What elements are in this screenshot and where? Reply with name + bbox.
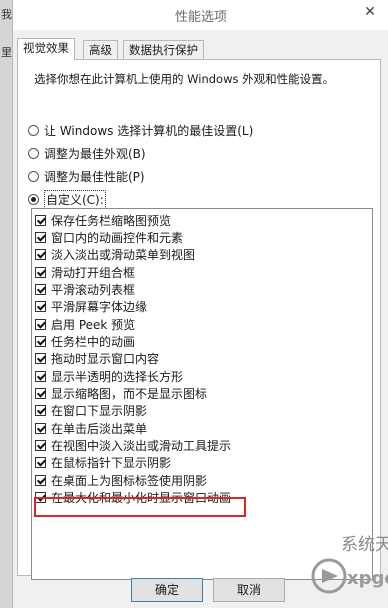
option-label: 窗口内的动画控件和元素	[51, 230, 184, 245]
option-label: 在单击后淡出菜单	[51, 421, 148, 436]
option-label: 平滑滚动列表框	[51, 282, 136, 297]
checkbox-checked[interactable]	[35, 474, 46, 486]
checkbox-checked[interactable]	[35, 231, 46, 243]
option-label: 平滑屏幕字体边缘	[51, 300, 148, 315]
checkbox-checked[interactable]	[35, 301, 46, 313]
checkbox-checked[interactable]	[35, 249, 46, 261]
checkbox-checked[interactable]	[35, 388, 46, 399]
radio-label: 让 Windows 选择计算机的最佳设置(L)	[44, 123, 254, 138]
list-item-option[interactable]: 在视图中淡入淡出或滑动工具提示	[35, 437, 231, 455]
list-item-option[interactable]: 在窗口下显示阴影	[35, 402, 147, 420]
radio-label: 调整为最佳性能(P)	[44, 169, 145, 184]
checkbox-checked[interactable]	[35, 370, 46, 382]
list-item-option[interactable]: 窗口内的动画控件和元素	[35, 228, 183, 246]
option-label: 启用 Peek 预览	[51, 317, 136, 332]
watermark-text: 系统天堂	[341, 535, 388, 555]
background-text-fragment: 里	[1, 46, 12, 59]
list-item-option[interactable]: 滑动打开组合框	[35, 263, 135, 281]
list-item-option[interactable]: 显示缩略图，而不是显示图标	[35, 385, 207, 403]
visual-effects-list[interactable]: 保存任务栏缩略图预览 窗口内的动画控件和元素 淡入淡出或滑动菜单到视图 滑动打开组合框…	[31, 208, 373, 580]
radio-label: 调整为最佳外观(B)	[44, 146, 146, 161]
list-item-option[interactable]: 在桌面上为图标标签使用阴影	[35, 471, 207, 489]
performance-options-dialog: 性能选项 ✕ 视觉效果 高级 数据执行保护 选择你想在此计算机上使用的 Wind…	[12, 0, 388, 608]
watermark-sub-text: xpgod	[347, 568, 388, 589]
radio-circle-selected	[28, 193, 39, 205]
list-item-option[interactable]: 平滑屏幕字体边缘	[35, 298, 147, 316]
checkbox-checked[interactable]	[35, 214, 46, 226]
list-item-option[interactable]: 平滑滚动列表框	[35, 280, 135, 298]
checkbox-checked[interactable]	[35, 440, 46, 452]
description-text: 选择你想在此计算机上使用的 Windows 外观和性能设置。	[34, 72, 335, 86]
tab-panel-visual-effects: 选择你想在此计算机上使用的 Windows 外观和性能设置。 让 Windows…	[17, 59, 381, 580]
checkbox-checked[interactable]	[35, 422, 46, 434]
background-text-fragment: 我	[1, 8, 12, 21]
radio-circle	[28, 147, 39, 159]
list-item-option[interactable]: 显示半透明的选择长方形	[35, 367, 183, 385]
option-label: 保存任务栏缩略图预览	[51, 213, 172, 228]
checkbox-checked[interactable]	[35, 266, 46, 278]
radio-circle	[28, 124, 39, 136]
close-button[interactable]: ✕	[359, 2, 381, 22]
option-label: 拖动时显示窗口内容	[51, 352, 160, 367]
ok-button[interactable]: 确定	[131, 578, 203, 602]
checkbox-checked[interactable]	[35, 283, 46, 295]
list-item-option[interactable]: 在鼠标指针下显示阴影	[35, 454, 171, 472]
list-item-option[interactable]: 淡入淡出或滑动菜单到视图	[35, 246, 195, 264]
checkbox-checked[interactable]	[35, 353, 46, 365]
tab-advanced[interactable]: 高级	[83, 40, 118, 59]
list-item-option[interactable]: 拖动时显示窗口内容	[35, 350, 159, 368]
title-bar: 性能选项 ✕	[13, 0, 388, 30]
radio-circle	[28, 170, 39, 182]
red-highlight-box	[34, 497, 246, 517]
watermark-play-icon	[322, 569, 338, 583]
option-label: 在视图中淡入淡出或滑动工具提示	[51, 439, 232, 454]
checkbox-checked[interactable]	[35, 318, 46, 330]
watermark-logo: 系统天堂 xpgod	[311, 535, 388, 594]
option-label: 显示半透明的选择长方形	[51, 369, 184, 384]
radio-custom[interactable]: 自定义(C):	[28, 189, 106, 209]
option-label: 在桌面上为图标标签使用阴影	[51, 473, 208, 488]
close-icon: ✕	[364, 4, 376, 20]
list-item-option[interactable]: 启用 Peek 预览	[35, 315, 135, 333]
list-item-option[interactable]: 在单击后淡出菜单	[35, 419, 147, 437]
window-title: 性能选项	[174, 10, 227, 25]
radio-let-windows-choose[interactable]: 让 Windows 选择计算机的最佳设置(L)	[28, 122, 253, 138]
option-label: 淡入淡出或滑动菜单到视图	[51, 248, 196, 263]
checkbox-checked[interactable]	[35, 405, 46, 417]
tab-data-execution-prevention[interactable]: 数据执行保护	[123, 40, 204, 59]
cancel-button[interactable]: 取消	[213, 578, 285, 602]
option-label: 滑动打开组合框	[51, 265, 136, 280]
option-label: 在鼠标指针下显示阴影	[51, 456, 172, 471]
checkbox-checked[interactable]	[35, 457, 46, 469]
list-item-option[interactable]: 任务栏中的动画	[35, 332, 135, 350]
option-label: 显示缩略图，而不是显示图标	[51, 387, 208, 401]
option-label: 在窗口下显示阴影	[51, 404, 148, 419]
tab-visual-effects[interactable]: 视觉效果	[17, 38, 75, 60]
radio-best-appearance[interactable]: 调整为最佳外观(B)	[28, 145, 146, 161]
checkbox-checked[interactable]	[35, 335, 46, 347]
option-label: 任务栏中的动画	[51, 334, 136, 349]
list-item-option[interactable]: 保存任务栏缩略图预览	[35, 211, 171, 229]
radio-best-performance[interactable]: 调整为最佳性能(P)	[28, 168, 145, 184]
radio-label: 自定义(C):	[44, 189, 106, 209]
